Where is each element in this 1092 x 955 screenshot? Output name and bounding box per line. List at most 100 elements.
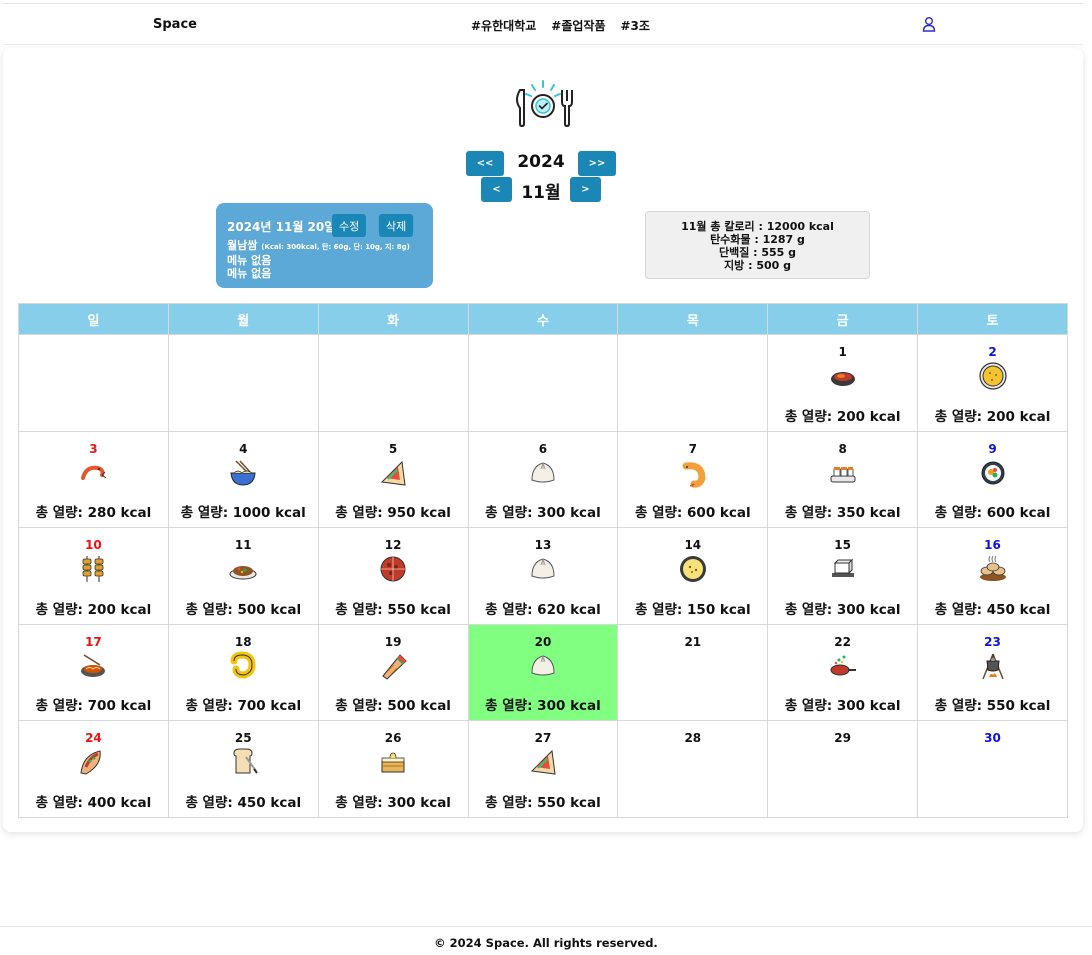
sandwich-wrap-icon <box>530 749 556 775</box>
calendar-week-row: 17 총 열량: 700 kcal 18 총 열량: 700 kcal 19 총 열량: … <box>18 623 1068 721</box>
prev-month-button[interactable]: < <box>481 177 512 202</box>
soup-bowl-icon <box>679 556 706 582</box>
frying-pan-icon <box>830 655 856 675</box>
noodle-bowl-icon <box>230 459 256 486</box>
calendar-day-cell[interactable]: 26 총 열량: 300 kcal <box>317 720 469 818</box>
day-number: 11 <box>234 538 252 552</box>
calendar-day-cell[interactable]: 18 총 열량: 700 kcal <box>167 623 319 721</box>
weekday-mon: 월 <box>167 303 319 335</box>
delete-button[interactable]: 삭제 <box>379 214 414 237</box>
steamed-buns-icon <box>979 555 1006 581</box>
calendar-day-cell[interactable]: 25 총 열량: 450 kcal <box>167 720 319 818</box>
calendar-day-cell[interactable]: 24 총 열량: 400 kcal <box>18 720 169 818</box>
calendar-day-cell[interactable]: 16 총 열량: 450 kcal <box>917 527 1068 625</box>
calendar-week-row: 10 총 열량: 200 kcal 11 총 열량: 500 kcal 12 총 열량: … <box>18 527 1068 625</box>
summary-fat: 지방 : 500 g <box>724 259 791 272</box>
calendar-day-cell[interactable]: 15 총 열량: 300 kcal <box>767 527 919 625</box>
calendar-day-cell[interactable]: 22 총 열량: 300 kcal <box>767 623 919 721</box>
prev-year-button[interactable]: << <box>466 151 504 176</box>
calendar-day-cell[interactable]: 7 총 열량: 600 kcal <box>617 430 769 528</box>
calendar-week-row: 3 총 열량: 280 kcal 4 총 열량: 1000 kcal 5 총 열량: 95… <box>18 430 1068 528</box>
calendar-day-cell[interactable]: 8 총 열량: 350 kcal <box>767 430 919 528</box>
calendar-day-cell[interactable]: 21 <box>617 623 769 721</box>
calendar-day-cell[interactable]: 28 <box>617 720 769 818</box>
calendar-day-cell[interactable]: 1 총 열량: 200 kcal <box>767 334 919 432</box>
hashtag-list: #유한대학교 #졸업작품 #3조 <box>471 17 650 34</box>
day-number: 3 <box>89 441 98 456</box>
day-number: 8 <box>838 441 847 456</box>
macaroni-icon <box>230 650 256 679</box>
year-label: 2024 <box>517 152 565 172</box>
calendar-empty-cell <box>317 334 469 432</box>
selected-day-detail: 2024년 11월 20일 수정 삭제 월남쌈 (Kcal: 300kcal, … <box>216 203 433 288</box>
monthly-summary: 11월 총 칼로리 : 12000 kcal 탄수화물 : 1287 g 단백질… <box>645 211 870 279</box>
calendar-day-cell[interactable]: 5 총 열량: 950 kcal <box>317 430 469 528</box>
calendar-day-cell[interactable]: 14 총 열량: 150 kcal <box>617 527 769 625</box>
menu-name: 월남쌈 <box>227 239 258 252</box>
day-total-calories: 총 열량: 500 kcal <box>185 601 302 618</box>
day-total-calories: 총 열량: 620 kcal <box>485 601 601 618</box>
calendar-table: 일 월 화 수 목 금 토 1 총 열량: 200 kcal 2 총 열량: 200 … <box>18 303 1068 818</box>
calendar-day-cell[interactable]: 3 총 열량: 280 kcal <box>18 430 169 528</box>
day-total-calories: 총 열량: 300 kcal <box>485 505 601 521</box>
day-number: 22 <box>834 634 851 649</box>
copyright-text: © 2024 Space. All rights reserved. <box>434 936 658 950</box>
day-total-calories: 총 열량: 150 kcal <box>634 601 751 618</box>
weekday-header-row: 일 월 화 수 목 금 토 <box>18 303 1068 335</box>
day-number: 26 <box>384 731 402 745</box>
skewers-icon <box>83 556 104 582</box>
day-number: 6 <box>538 441 548 456</box>
menu-nutrition: (Kcal: 300kcal, 탄: 60g, 단: 10g, 지: 8g) <box>261 243 410 251</box>
calendar-day-cell[interactable]: 13 총 열량: 620 kcal <box>467 527 619 625</box>
day-number: 17 <box>85 634 102 649</box>
calendar-day-cell[interactable]: 4 총 열량: 1000 kcal <box>167 430 319 528</box>
user-icon[interactable] <box>922 16 936 32</box>
toast-icon <box>233 748 259 774</box>
calendar-day-cell[interactable]: 11 총 열량: 500 kcal <box>167 527 319 625</box>
day-number: 25 <box>234 731 252 745</box>
edit-button[interactable]: 수정 <box>332 214 367 237</box>
calendar-day-cell[interactable]: 2 총 열량: 200 kcal <box>917 334 1068 432</box>
tofu-icon <box>831 558 854 577</box>
hashtag-graduation-project: #졸업작품 <box>551 19 606 33</box>
weekday-fri: 금 <box>767 303 919 335</box>
month-label: 11월 <box>521 183 561 203</box>
day-number: 20 <box>534 634 552 649</box>
calendar-body: 1 총 열량: 200 kcal 2 총 열량: 200 kcal 3 총 열량: 280… <box>18 334 1068 818</box>
noodle-plate-icon <box>81 653 106 677</box>
day-total-calories: 총 열량: 300 kcal <box>784 601 901 618</box>
day-total-calories: 총 열량: 700 kcal <box>185 698 302 714</box>
next-year-button[interactable]: >> <box>578 151 616 176</box>
day-total-calories: 총 열량: 300 kcal <box>485 698 601 714</box>
day-number: 18 <box>234 634 252 649</box>
calendar-day-cell[interactable]: 27 총 열량: 550 kcal <box>467 720 619 818</box>
calendar-day-cell[interactable]: 19 총 열량: 500 kcal <box>317 623 469 721</box>
calendar-day-cell[interactable]: 10 총 열량: 200 kcal <box>18 527 169 625</box>
weekday-tue: 화 <box>317 303 469 335</box>
day-number: 23 <box>984 634 1001 649</box>
day-total-calories: 총 열량: 200 kcal <box>784 408 901 425</box>
calendar-day-cell[interactable]: 23 총 열량: 550 kcal <box>917 623 1068 721</box>
brand-name[interactable]: Space <box>153 17 197 32</box>
day-number: 15 <box>834 538 851 552</box>
next-month-button[interactable]: > <box>570 177 601 202</box>
calendar-day-cell[interactable]: 30 <box>917 720 1068 818</box>
day-total-calories: 총 열량: 200 kcal <box>934 408 1051 425</box>
calendar-week-row: 1 총 열량: 200 kcal 2 총 열량: 200 kcal <box>18 334 1068 432</box>
plate-fork-knife-check-icon <box>516 80 573 128</box>
calendar-week-row: 24 총 열량: 400 kcal 25 총 열량: 450 kcal 26 총 열량: … <box>18 720 1068 818</box>
calendar-day-cell[interactable]: 17 총 열량: 700 kcal <box>18 623 169 721</box>
day-total-calories: 총 열량: 400 kcal <box>35 794 152 811</box>
menu-entry: 월남쌈 (Kcal: 300kcal, 탄: 60g, 단: 10g, 지: 8… <box>227 239 410 254</box>
calendar-day-cell[interactable]: 20 총 열량: 300 kcal <box>467 623 619 721</box>
day-number: 16 <box>984 538 1001 552</box>
calendar-day-cell[interactable]: 9 총 열량: 600 kcal <box>917 430 1068 528</box>
day-number: 9 <box>988 441 997 456</box>
calendar-day-cell[interactable]: 29 <box>767 720 919 818</box>
fried-shrimp-icon <box>682 461 706 488</box>
summary-carbs: 탄수화물 : 1287 g <box>710 233 805 246</box>
sushi-roll-icon <box>981 461 1005 484</box>
calendar-day-cell[interactable]: 6 총 열량: 300 kcal <box>467 430 619 528</box>
calendar-day-cell[interactable]: 12 총 열량: 550 kcal <box>317 527 469 625</box>
top-navbar: Space #유한대학교 #졸업작품 #3조 <box>3 3 1083 45</box>
